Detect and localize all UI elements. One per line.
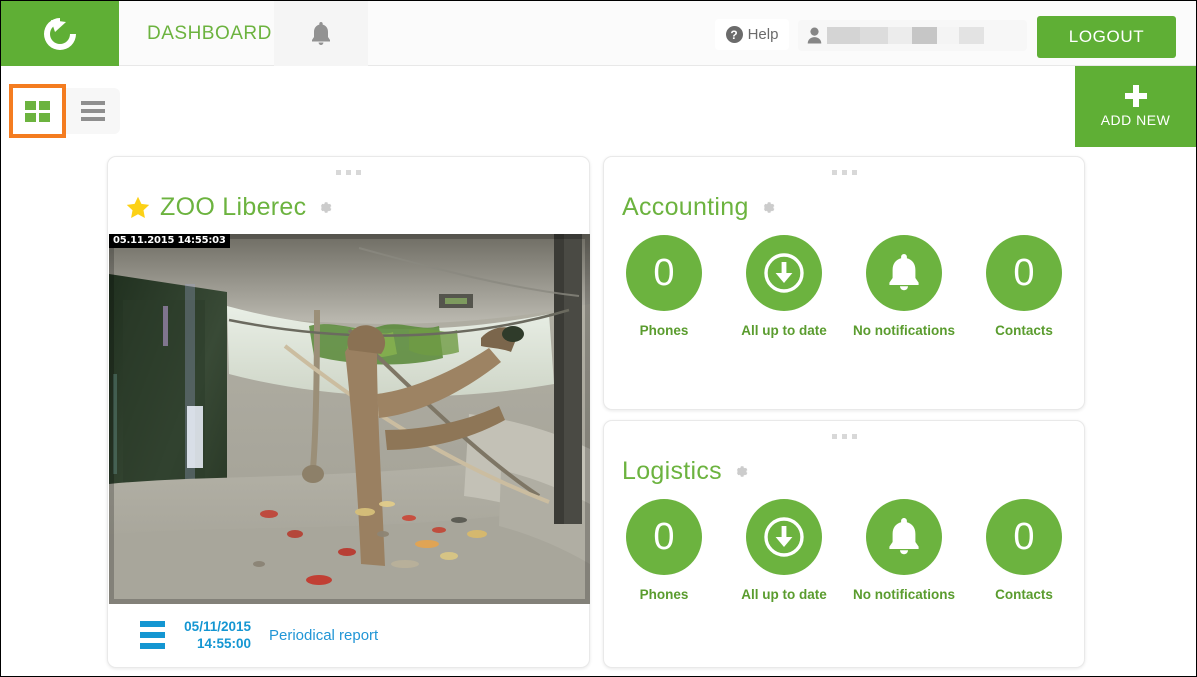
stat-circle xyxy=(746,235,822,311)
grid-view-icon xyxy=(25,100,50,122)
username-redaction xyxy=(937,27,959,44)
stat-updates[interactable]: All up to date xyxy=(729,499,839,602)
stat-notifications[interactable]: No notifications xyxy=(849,499,959,602)
grid-view-toggle[interactable] xyxy=(9,84,66,138)
stat-label: Phones xyxy=(639,587,689,602)
app-header: DASHBOARD ? Help LOGOUT xyxy=(1,1,1196,66)
stat-circle xyxy=(746,499,822,575)
page-title: DASHBOARD xyxy=(147,23,272,44)
refresh-circle-logo-icon xyxy=(44,17,76,50)
stat-label: Phones xyxy=(639,323,689,338)
dashboard-page: DASHBOARD ? Help LOGOUT ADD NEW ZOO Libe… xyxy=(0,0,1197,677)
stat-value: 0 xyxy=(1013,516,1035,558)
notifications-button[interactable] xyxy=(274,1,368,66)
download-circle-icon xyxy=(764,253,804,293)
stat-circle: 0 xyxy=(986,499,1062,575)
camera-snapshot[interactable]: 05.11.2015 14:55:03 xyxy=(109,234,590,604)
stat-circle xyxy=(866,499,942,575)
add-new-button[interactable]: ADD NEW xyxy=(1075,66,1196,147)
logistics-card: Logistics 0 Phones All up to date No not… xyxy=(603,420,1085,668)
stat-value: 0 xyxy=(653,516,675,558)
bell-icon xyxy=(889,254,919,291)
accounting-card-header: Accounting xyxy=(622,193,776,222)
add-new-label: ADD NEW xyxy=(1100,112,1171,128)
stat-updates[interactable]: All up to date xyxy=(729,235,839,338)
stat-label: Contacts xyxy=(995,323,1053,338)
camera-card: ZOO Liberec 05.11.2015 14:55:03 05/11/20… xyxy=(107,156,590,668)
username-redaction xyxy=(912,27,937,44)
stat-value: 0 xyxy=(1013,252,1035,294)
download-circle-icon xyxy=(764,517,804,557)
report-datetime: 05/11/2015 14:55:00 xyxy=(183,618,251,652)
plus-icon xyxy=(1124,85,1147,107)
stat-label: All up to date xyxy=(741,323,827,338)
list-view-icon xyxy=(81,101,105,121)
report-date: 05/11/2015 xyxy=(184,619,251,634)
bell-icon xyxy=(889,518,919,555)
stat-label: All up to date xyxy=(741,587,827,602)
gear-icon[interactable] xyxy=(759,199,776,216)
report-time: 14:55:00 xyxy=(196,636,251,651)
username-redaction xyxy=(959,27,984,44)
logistics-card-header: Logistics xyxy=(622,457,749,486)
stat-label: No notifications xyxy=(853,587,955,602)
stat-circle: 0 xyxy=(626,235,702,311)
stat-contacts[interactable]: 0 Contacts xyxy=(969,235,1079,338)
hamburger-icon[interactable] xyxy=(140,621,165,649)
camera-card-footer: 05/11/2015 14:55:00 Periodical report xyxy=(108,603,589,667)
report-name-link[interactable]: Periodical report xyxy=(269,627,378,644)
help-button[interactable]: ? Help xyxy=(715,19,789,50)
drag-dots-icon[interactable] xyxy=(604,434,1084,439)
user-account-field[interactable] xyxy=(798,20,1027,51)
camera-card-title: ZOO Liberec xyxy=(160,193,307,221)
list-view-toggle[interactable] xyxy=(66,88,120,134)
accounting-card-title: Accounting xyxy=(622,193,749,221)
star-icon[interactable] xyxy=(126,196,150,219)
gear-icon[interactable] xyxy=(316,199,333,216)
app-logo[interactable] xyxy=(1,1,119,66)
stat-circle: 0 xyxy=(986,235,1062,311)
camera-timestamp: 05.11.2015 14:55:03 xyxy=(109,234,230,248)
accounting-card: Accounting 0 Phones All up to date No no… xyxy=(603,156,1085,410)
stat-phones[interactable]: 0 Phones xyxy=(609,235,719,338)
stat-circle xyxy=(866,235,942,311)
drag-dots-icon[interactable] xyxy=(604,170,1084,175)
logistics-stats-row: 0 Phones All up to date No notifications… xyxy=(604,499,1084,602)
username-redaction xyxy=(827,27,860,44)
user-avatar-icon xyxy=(807,27,822,44)
stat-label: No notifications xyxy=(853,323,955,338)
stat-contacts[interactable]: 0 Contacts xyxy=(969,499,1079,602)
logout-button[interactable]: LOGOUT xyxy=(1037,16,1176,58)
stat-circle: 0 xyxy=(626,499,702,575)
stat-phones[interactable]: 0 Phones xyxy=(609,499,719,602)
help-label: Help xyxy=(747,26,779,43)
accounting-stats-row: 0 Phones All up to date No notifications… xyxy=(604,235,1084,338)
stat-value: 0 xyxy=(653,252,675,294)
username-redaction xyxy=(860,27,888,44)
bell-icon xyxy=(312,21,330,45)
stat-label: Contacts xyxy=(995,587,1053,602)
stat-notifications[interactable]: No notifications xyxy=(849,235,959,338)
drag-dots-icon[interactable] xyxy=(108,170,589,175)
camera-card-header: ZOO Liberec xyxy=(126,193,333,222)
username-redaction xyxy=(888,27,912,44)
camera-snapshot-image xyxy=(109,234,590,604)
logistics-card-title: Logistics xyxy=(622,457,722,485)
gear-icon[interactable] xyxy=(732,463,749,480)
question-mark-icon: ? xyxy=(725,26,743,43)
